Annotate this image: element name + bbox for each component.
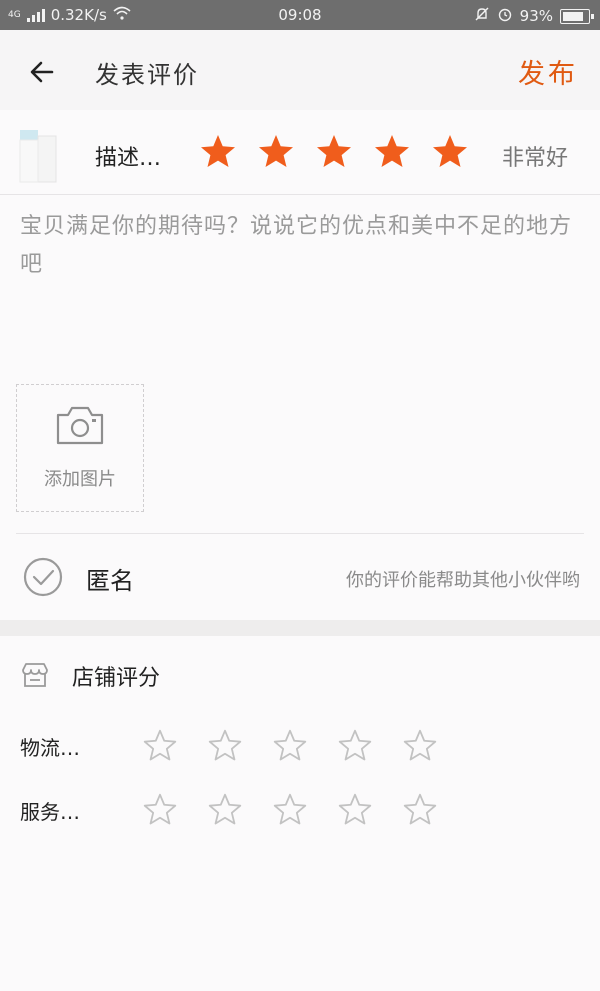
star-outline-icon[interactable] xyxy=(272,792,308,828)
add-photo-button[interactable]: 添加图片 xyxy=(16,384,144,512)
add-photo-label: 添加图片 xyxy=(44,469,116,490)
page-title: 发表评价 xyxy=(95,61,199,89)
star-outline-icon[interactable] xyxy=(272,728,308,764)
publish-button[interactable]: 发布 xyxy=(518,52,578,91)
logistics-label: 物流… xyxy=(20,736,80,760)
star-outline-icon[interactable] xyxy=(142,792,178,828)
mute-icon xyxy=(474,6,490,26)
star-outline-icon[interactable] xyxy=(142,728,178,764)
rating-text: 非常好 xyxy=(501,146,568,171)
star-filled-icon[interactable] xyxy=(372,132,412,172)
shop-icon xyxy=(20,660,50,690)
logistics-star-rating[interactable] xyxy=(142,728,438,764)
anonymous-label: 匿名 xyxy=(86,567,134,595)
back-button[interactable] xyxy=(22,52,62,92)
star-outline-icon[interactable] xyxy=(402,728,438,764)
description-label: 描述… xyxy=(95,146,162,171)
shop-rating-title: 店铺评分 xyxy=(72,666,161,691)
product-rating-row: 描述… 非常好 xyxy=(0,110,600,195)
status-bar: 4G 0.32K/s 09:08 93% xyxy=(0,0,600,30)
star-filled-icon[interactable] xyxy=(198,132,238,172)
star-outline-icon[interactable] xyxy=(402,792,438,828)
star-outline-icon[interactable] xyxy=(207,792,243,828)
battery-icon xyxy=(560,8,594,24)
star-filled-icon[interactable] xyxy=(314,132,354,172)
service-star-rating[interactable] xyxy=(142,792,438,828)
star-filled-icon[interactable] xyxy=(256,132,296,172)
star-filled-icon[interactable] xyxy=(430,132,470,172)
check-circle-icon xyxy=(23,557,63,597)
review-textarea[interactable]: 宝贝满足你的期待吗？说说它的优点和美中不足的地方吧 xyxy=(20,208,580,358)
service-label: 服务… xyxy=(20,800,80,824)
arrow-left-icon xyxy=(30,61,54,83)
section-divider xyxy=(0,620,600,636)
anonymous-checkbox[interactable] xyxy=(22,556,64,598)
anonymous-hint: 你的评价能帮助其他小伙伴哟 xyxy=(346,570,580,591)
battery-text: 93% xyxy=(519,7,553,25)
service-rating-row: 服务… xyxy=(0,782,600,838)
anonymous-row: 匿名 你的评价能帮助其他小伙伴哟 xyxy=(0,534,600,620)
nav-bar: 发表评价 发布 xyxy=(0,30,600,110)
description-star-rating[interactable] xyxy=(198,132,470,172)
alarm-icon xyxy=(497,6,513,26)
star-outline-icon[interactable] xyxy=(337,728,373,764)
camera-icon xyxy=(56,406,104,445)
product-thumbnail xyxy=(18,126,60,184)
logistics-rating-row: 物流… xyxy=(0,718,600,774)
star-outline-icon[interactable] xyxy=(337,792,373,828)
star-outline-icon[interactable] xyxy=(207,728,243,764)
shop-rating-header: 店铺评分 xyxy=(0,636,600,716)
